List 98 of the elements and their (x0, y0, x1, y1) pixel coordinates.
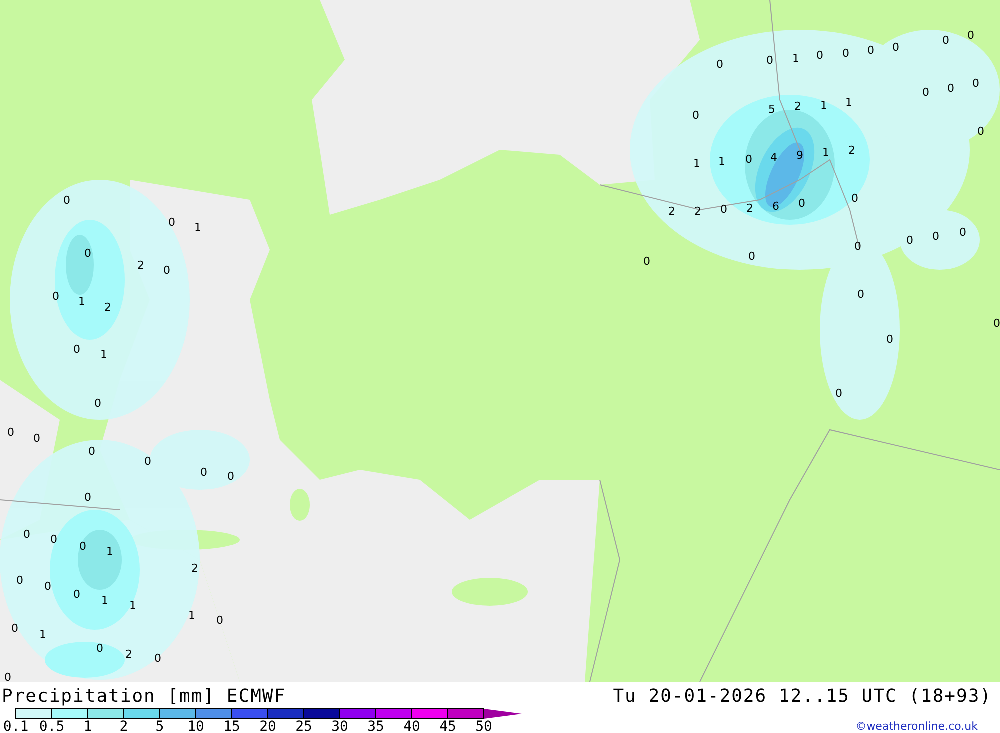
precipitation-value: 4 (770, 151, 778, 164)
precipitation-value: 0 (858, 288, 864, 301)
precipitation-value: 0 (842, 47, 850, 60)
precipitation-value: 0 (44, 580, 52, 593)
forecast-time: Tu 20-01-2026 12..15 UTC (18+93) (613, 686, 992, 706)
precipitation-value: 1 (820, 99, 828, 112)
precipitation-value: 1 (102, 594, 108, 607)
precipitation-value: 0 (978, 125, 984, 138)
precipitation-value: 5 (768, 103, 776, 116)
precipitation-value: 0 (746, 153, 752, 166)
precipitation-value: 0 (716, 58, 724, 71)
precipitation-value: 1 (78, 295, 86, 308)
precipitation-value: 6 (772, 200, 780, 213)
precipitation-value: 0 (84, 247, 92, 260)
precipitation-value: 1 (718, 155, 726, 168)
precipitation-value: 0 (906, 234, 914, 247)
precipitation-value: 2 (668, 205, 676, 218)
precipitation-value: 0 (50, 533, 58, 546)
precipitation-value: 0 (942, 34, 950, 47)
legend-label: 45 (440, 719, 456, 732)
precipitation-value: 9 (796, 149, 804, 162)
precipitation-value: 0 (892, 41, 900, 54)
precipitation-value: 0 (200, 466, 208, 479)
precipitation-value: 0 (12, 622, 18, 635)
legend-label: 1 (84, 719, 92, 732)
precipitation-value: 0 (968, 29, 974, 42)
precipitation-value: 0 (164, 264, 170, 277)
legend-label: 35 (368, 719, 384, 732)
precipitation-value: 0 (960, 226, 966, 239)
precipitation-value: 2 (138, 259, 144, 272)
precipitation-value: 0 (854, 240, 862, 253)
precipitation-value: 0 (868, 44, 874, 57)
legend-label: 0.1 (3, 719, 29, 732)
legend-label: 20 (260, 719, 276, 732)
precipitation-value: 0 (94, 397, 102, 410)
precipitation-value: 0 (34, 432, 40, 445)
precipitation-value: 0 (52, 290, 60, 303)
legend-label: 2 (120, 719, 128, 732)
precipitation-value: 0 (8, 426, 14, 439)
precipitation-value: 0 (80, 540, 86, 553)
precipitation-value: 0 (168, 216, 176, 229)
precipitation-value: 0 (798, 197, 806, 210)
precipitation-value: 1 (694, 157, 700, 170)
precipitation-value: 0 (96, 642, 104, 655)
precipitation-value: 0 (64, 194, 70, 207)
precipitation-value: 0 (766, 54, 774, 67)
precipitation-value: 1 (106, 545, 114, 558)
precipitation-value: 2 (848, 144, 856, 157)
precipitation-value: 0 (24, 528, 30, 541)
precipitation-value: 1 (40, 628, 46, 641)
legend-label: 5 (156, 719, 164, 732)
legend-label: 50 (476, 719, 492, 732)
precipitation-value: 0 (4, 671, 12, 682)
precipitation-value: 1 (130, 599, 136, 612)
precipitation-value: 1 (846, 96, 852, 109)
precipitation-value: 0 (84, 491, 92, 504)
precipitation-value: 0 (886, 333, 894, 346)
credit-link[interactable]: ©weatheronline.co.uk (856, 720, 978, 733)
map-title: Precipitation [mm] ECMWF (2, 686, 286, 706)
legend-label: 15 (224, 719, 240, 732)
precipitation-value: 0 (748, 250, 756, 263)
precipitation-value: 0 (16, 574, 24, 587)
precipitation-value: 0 (922, 86, 930, 99)
legend-label: 10 (188, 719, 204, 732)
precipitation-value: 0 (74, 343, 80, 356)
precipitation-value: 0 (692, 109, 700, 122)
precipitation-value: 0 (816, 49, 824, 62)
precipitation-value: 2 (126, 648, 132, 661)
legend-arrow-icon (484, 709, 522, 719)
precipitation-value: 0 (154, 652, 162, 665)
island-shape (290, 489, 310, 521)
precipitation-value: 1 (822, 146, 830, 159)
precipitation-value: 0 (720, 203, 728, 216)
precipitation-value: 1 (100, 348, 108, 361)
precipitation-value: 0 (228, 470, 234, 483)
precipitation-value: 1 (188, 609, 196, 622)
precipitation-value: 0 (644, 255, 650, 268)
precipitation-value: 2 (694, 205, 702, 218)
legend-label: 30 (332, 719, 348, 732)
precipitation-value: 0 (948, 82, 954, 95)
precipitation-value: 2 (746, 202, 754, 215)
precipitation-value: 0 (852, 192, 858, 205)
legend-label: 25 (296, 719, 312, 732)
precipitation-value: 0 (836, 387, 842, 400)
legend-label: 0.5 (39, 719, 65, 732)
precipitation-value: 2 (192, 562, 198, 575)
precipitation-value: 0 (972, 77, 980, 90)
precipitation-value: 0 (74, 588, 80, 601)
precipitation-value: 0 (932, 230, 940, 243)
precipitation-value: 0 (144, 455, 152, 468)
precipitation-value: 0 (994, 317, 1000, 330)
precipitation-value: 0 (88, 445, 96, 458)
precipitation-value: 1 (194, 221, 202, 234)
precipitation-value: 2 (794, 100, 802, 113)
precipitation-value: 2 (104, 301, 112, 314)
precipitation-value: 1 (792, 52, 800, 65)
precipitation-value: 0 (216, 614, 224, 627)
legend-label: 40 (404, 719, 420, 732)
